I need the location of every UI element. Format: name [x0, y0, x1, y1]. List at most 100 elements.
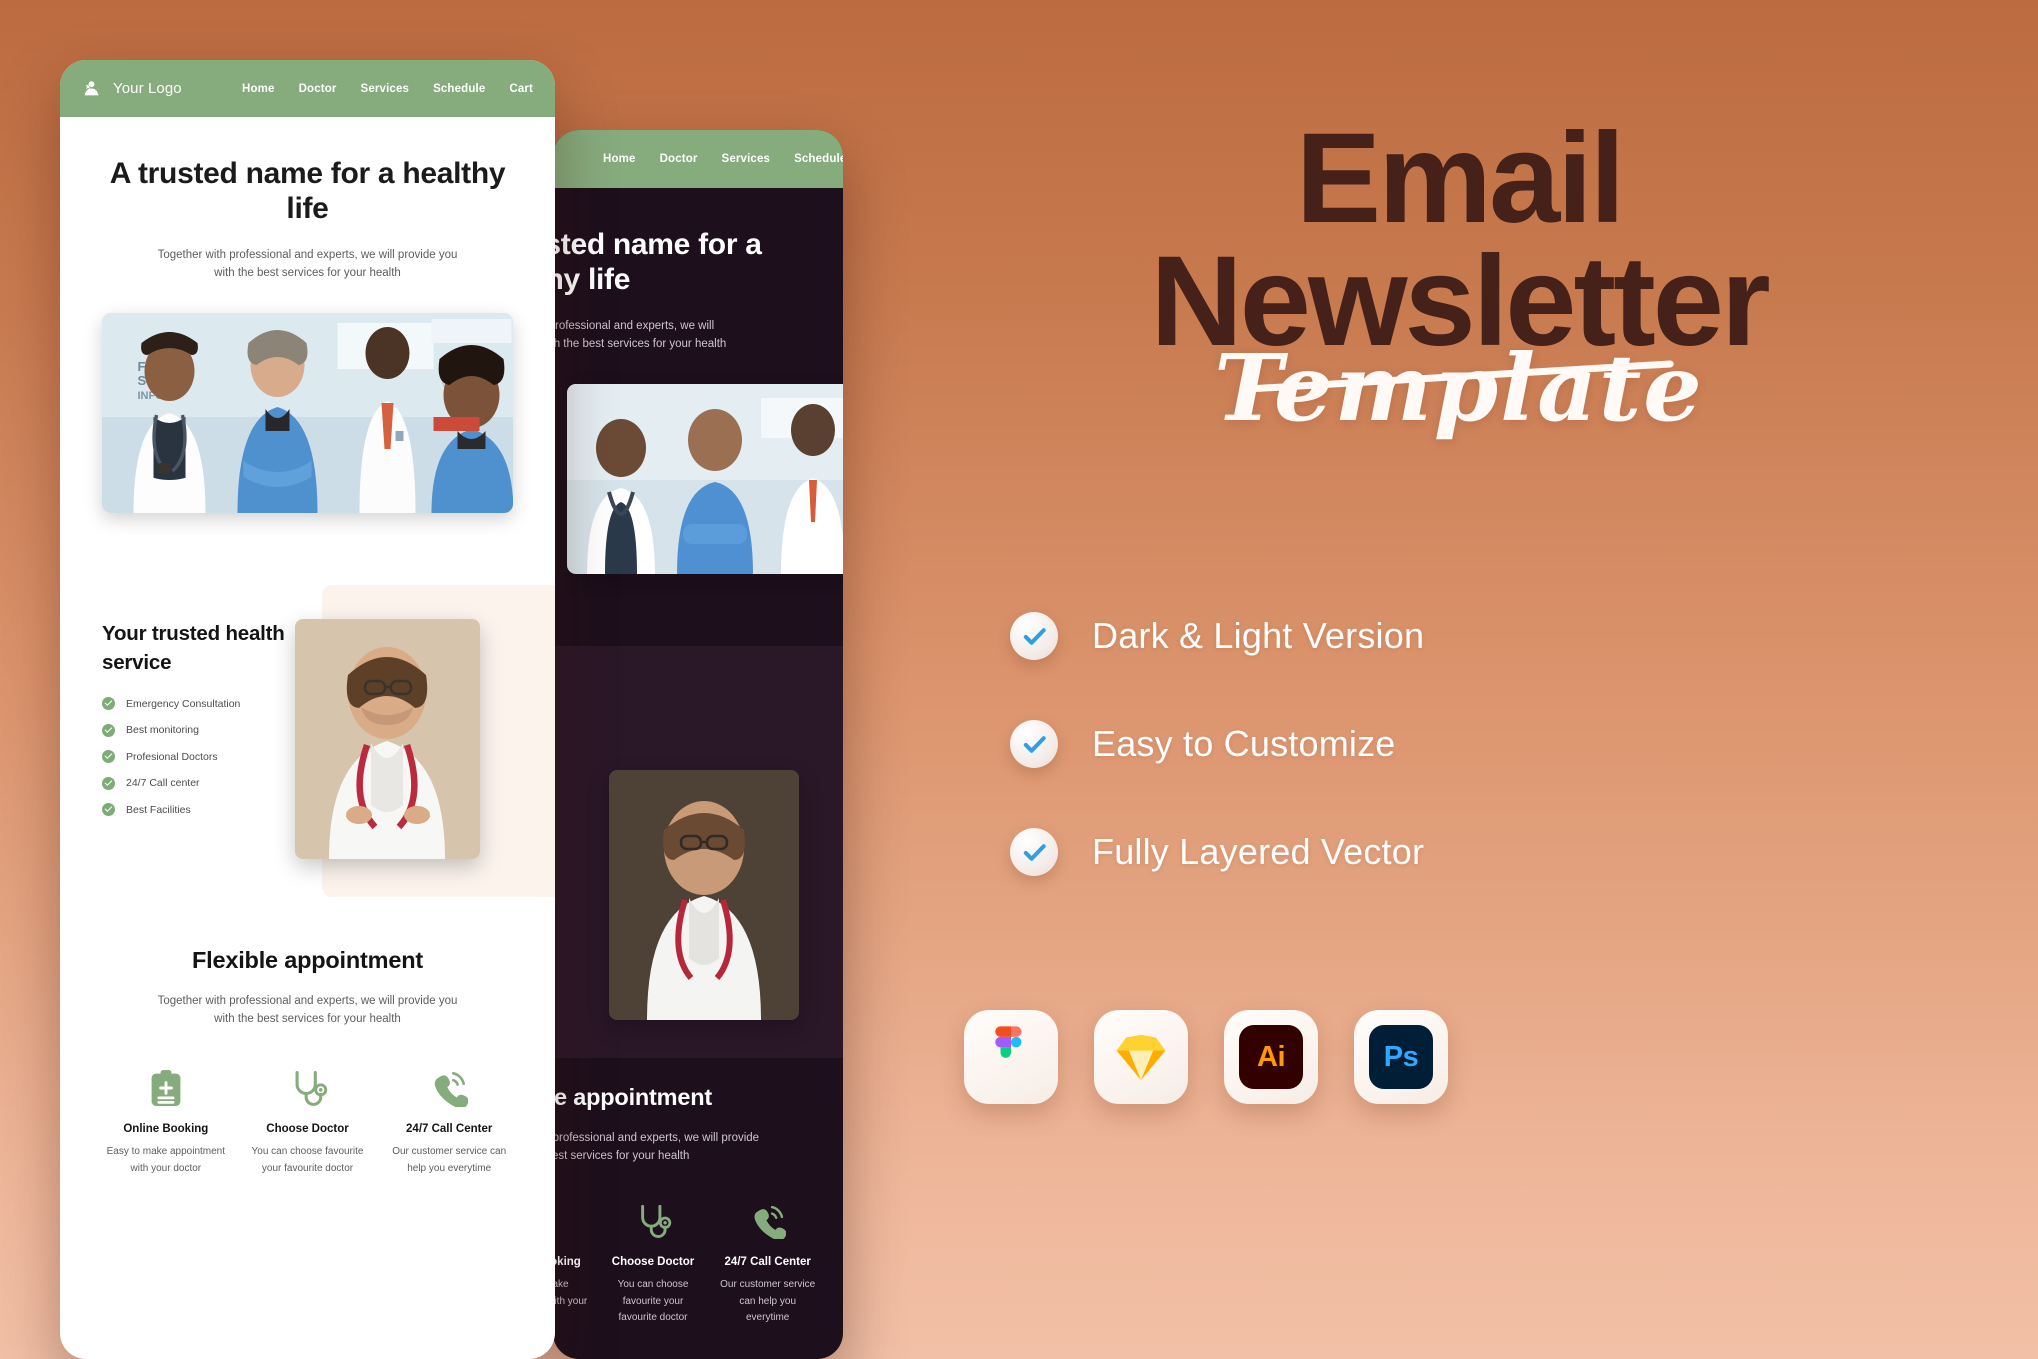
check-circle-icon: [102, 723, 115, 737]
feature-label: Dark & Light Version: [1092, 615, 1425, 656]
sketch-icon: [1094, 1010, 1188, 1104]
light-hero: A trusted name for a healthy life Togeth…: [60, 117, 555, 283]
dark-card-desc: Easy to make appointment with your docto…: [553, 1279, 588, 1307]
trusted-check-list: Emergency Consultation Best monitoring P…: [102, 697, 285, 817]
card-title: 24/7 Call Center: [406, 1123, 493, 1136]
brand-name: Your Logo: [113, 80, 182, 97]
promo-title: Email Newsletter Template: [880, 107, 2038, 434]
stethoscope-icon: [245, 1067, 371, 1109]
promo-title-line-1: Email: [1295, 107, 1626, 250]
trusted-item-label: Best Facilities: [126, 803, 191, 816]
list-item: Fully Layered Vector: [1010, 828, 1424, 876]
list-item: Profesional Doctors: [102, 750, 285, 764]
dark-card-title: Online Booking: [553, 1256, 581, 1269]
dark-nav-link-home[interactable]: Home: [603, 153, 636, 165]
dark-card-title: 24/7 Call Center: [724, 1256, 811, 1269]
appointment-subtext: Together with professional and experts, …: [157, 994, 458, 1026]
dark-card-call-center: 24/7 Call Center Our customer service ca…: [710, 1200, 825, 1327]
trusted-content: Your trusted health service Emergency Co…: [60, 619, 285, 817]
trusted-item-label: 24/7 Call center: [126, 777, 200, 790]
dark-hero: A trusted name for a healthy life Togeth…: [553, 188, 843, 354]
light-mockup: Your Logo Home Doctor Services Schedule …: [60, 60, 555, 1359]
check-circle-icon: [102, 750, 115, 764]
check-circle-icon: [102, 697, 115, 711]
list-item: Best Facilities: [102, 803, 285, 817]
card-choose-doctor: Choose Doctor You can choose favourite y…: [237, 1067, 379, 1177]
trusted-item-label: Best monitoring: [126, 724, 199, 737]
trusted-heading: Your trusted health service: [102, 621, 285, 674]
hero-heading: A trusted name for a healthy life: [109, 157, 506, 225]
dark-card-desc: Our customer service can help you everyt…: [720, 1279, 816, 1324]
dark-card-online-booking: Online Booking Easy to make appointment …: [553, 1200, 596, 1327]
illustrator-icon: Ai: [1224, 1010, 1318, 1104]
figma-icon: [964, 1010, 1058, 1104]
check-circle-icon: [1010, 828, 1058, 876]
light-nav-links[interactable]: Home Doctor Services Schedule Cart: [242, 83, 533, 95]
card-desc: Easy to make appointment with your docto…: [106, 1146, 226, 1174]
appointment-section: Flexible appointment Together with profe…: [60, 947, 555, 1177]
promo-app-icons: Ai Ps: [964, 1010, 1448, 1104]
phone-call-icon: [718, 1200, 817, 1242]
nav-link-services[interactable]: Services: [361, 83, 410, 95]
hero-subtext: Together with professional and experts, …: [157, 248, 458, 280]
trusted-photo: [295, 618, 480, 859]
trusted-item-label: Emergency Consultation: [126, 697, 241, 710]
card-desc: Our customer service can help you everyt…: [392, 1146, 507, 1174]
photoshop-icon: Ps: [1354, 1010, 1448, 1104]
medical-logo-icon: [82, 79, 101, 98]
appointment-heading: Flexible appointment: [191, 946, 424, 973]
light-navbar: Your Logo Home Doctor Services Schedule …: [60, 60, 555, 117]
dark-trusted-section: [553, 645, 843, 1058]
dark-nav-link-doctor[interactable]: Doctor: [660, 153, 698, 165]
dark-appointment-section: Flexible appointment Together with profe…: [553, 1084, 843, 1327]
promo-panel: Email Newsletter Template Dark & Light V…: [880, 0, 2038, 1359]
nav-link-home[interactable]: Home: [242, 83, 275, 95]
feature-label: Easy to Customize: [1092, 723, 1396, 764]
check-circle-icon: [102, 776, 115, 790]
list-item: Emergency Consultation: [102, 697, 285, 711]
nav-link-schedule[interactable]: Schedule: [433, 83, 485, 95]
card-title: Online Booking: [123, 1123, 209, 1136]
nav-link-cart[interactable]: Cart: [509, 83, 533, 95]
list-item: Easy to Customize: [1010, 720, 1424, 768]
feature-label: Fully Layered Vector: [1092, 831, 1425, 872]
dark-trusted-photo: [609, 769, 799, 1020]
brand[interactable]: Your Logo: [82, 79, 182, 98]
stethoscope-icon: [604, 1200, 703, 1242]
clipboard-plus-icon: [103, 1067, 229, 1109]
illustrator-label: Ai: [1239, 1025, 1303, 1089]
trusted-section: Your trusted health service Emergency Co…: [60, 584, 555, 897]
dark-hero-subtext: Together with professional and experts, …: [553, 319, 727, 351]
phone-call-icon: [386, 1067, 512, 1109]
dark-nav-link-services[interactable]: Services: [722, 153, 771, 165]
promo-feature-list: Dark & Light Version Easy to Customize F…: [1010, 612, 1424, 876]
dark-nav-links[interactable]: Home Doctor Services Schedule Cart: [603, 153, 843, 165]
card-desc: You can choose favourite your favourite …: [251, 1146, 364, 1174]
list-item: Best monitoring: [102, 723, 285, 737]
promo-title-script: Template: [880, 342, 2038, 434]
nav-link-doctor[interactable]: Doctor: [299, 83, 337, 95]
hero-photo: FIRST STATION INFO: [102, 312, 513, 513]
check-circle-icon: [1010, 612, 1058, 660]
dark-appointment-cards: Online Booking Easy to make appointment …: [553, 1200, 825, 1327]
dark-appointment-heading: Flexible appointment: [553, 1083, 713, 1110]
dark-nav-link-schedule[interactable]: Schedule: [794, 153, 843, 165]
card-call-center: 24/7 Call Center Our customer service ca…: [378, 1067, 520, 1177]
dark-hero-photo: [567, 383, 843, 574]
list-item: 24/7 Call center: [102, 776, 285, 790]
dark-hero-heading: A trusted name for a healthy life: [553, 228, 762, 296]
photoshop-label: Ps: [1369, 1025, 1433, 1089]
card-title: Choose Doctor: [266, 1123, 349, 1136]
list-item: Dark & Light Version: [1010, 612, 1424, 660]
dark-mockup: Home Doctor Services Schedule Cart A tru…: [553, 130, 843, 1359]
check-circle-icon: [1010, 720, 1058, 768]
dark-card-choose-doctor: Choose Doctor You can choose favourite y…: [596, 1200, 711, 1327]
card-online-booking: Online Booking Easy to make appointment …: [95, 1067, 237, 1177]
dark-navbar: Home Doctor Services Schedule Cart: [553, 130, 843, 188]
dark-card-desc: You can choose favourite your favourite …: [617, 1279, 689, 1324]
dark-appointment-subtext: Together with professional and experts, …: [553, 1131, 760, 1163]
clipboard-plus-icon: [553, 1200, 588, 1242]
appointment-cards: Online Booking Easy to make appointment …: [95, 1067, 520, 1177]
check-circle-icon: [102, 803, 115, 817]
dark-card-title: Choose Doctor: [611, 1256, 695, 1269]
